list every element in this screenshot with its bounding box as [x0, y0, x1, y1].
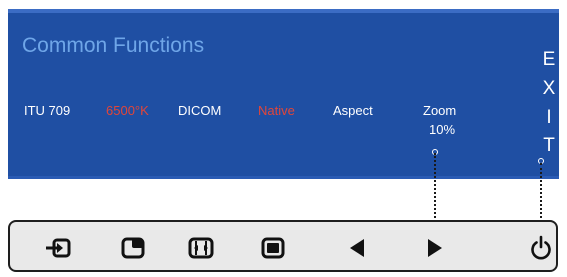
exit-letter-i[interactable]: I	[542, 107, 556, 129]
function-dicom[interactable]: DICOM	[178, 103, 221, 118]
osd-bottom-border	[8, 176, 559, 179]
exit-letter-e[interactable]: E	[542, 49, 556, 71]
input-button[interactable]	[42, 234, 76, 262]
left-arrow-icon	[347, 237, 367, 259]
pip-button[interactable]	[116, 234, 150, 262]
zoom-value: 10%	[428, 122, 456, 137]
osd-title: Common Functions	[22, 34, 205, 57]
power-button[interactable]	[524, 234, 558, 262]
function-native[interactable]: Native	[258, 103, 295, 118]
fill-button[interactable]	[256, 234, 290, 262]
exit-letter-x[interactable]: X	[542, 78, 556, 100]
exit-letter-t[interactable]: T	[542, 135, 556, 157]
aspect-button[interactable]	[184, 234, 218, 262]
function-itu709[interactable]: ITU 709	[24, 103, 70, 118]
fill-screen-icon	[261, 237, 285, 259]
function-6500k[interactable]: 6500°K	[106, 103, 149, 118]
power-icon	[529, 235, 553, 261]
aspect-icon	[188, 237, 214, 259]
right-arrow-icon	[425, 237, 445, 259]
left-button[interactable]	[340, 234, 374, 262]
function-zoom[interactable]: Zoom	[423, 103, 456, 118]
osd-menu: Common Functions ITU 709 6500°K DICOM Na…	[8, 9, 559, 179]
pip-icon	[121, 237, 145, 259]
control-button-bar	[8, 220, 558, 272]
right-button[interactable]	[418, 234, 452, 262]
function-aspect[interactable]: Aspect	[333, 103, 373, 118]
osd-top-border	[8, 9, 559, 13]
input-source-icon	[44, 237, 74, 259]
